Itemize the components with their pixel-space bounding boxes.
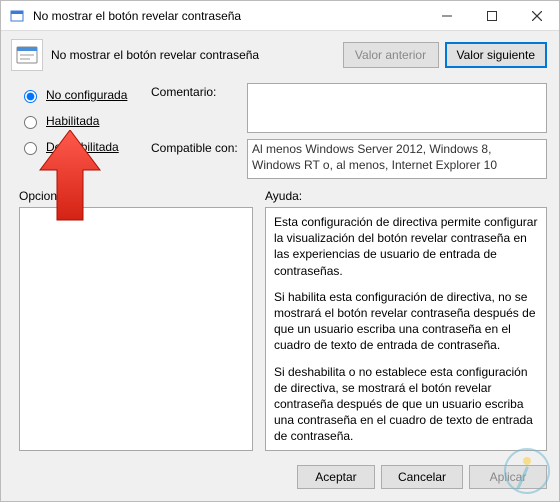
window-title: No mostrar el botón revelar contraseña [31,9,424,23]
minimize-button[interactable] [424,1,469,30]
app-icon [9,8,25,24]
bottom-section: Esta configuración de directiva permite … [1,205,559,457]
help-box[interactable]: Esta configuración de directiva permite … [265,207,547,451]
options-label: Opciones: [19,189,253,203]
next-setting-button[interactable]: Valor siguiente [445,42,548,68]
radio-enabled[interactable] [24,116,37,129]
ok-button[interactable]: Aceptar [297,465,375,489]
radio-disabled[interactable] [24,142,37,155]
close-button[interactable] [514,1,559,30]
policy-title: No mostrar el botón revelar contraseña [51,48,335,62]
options-box[interactable] [19,207,253,451]
radio-not-configured-label[interactable]: No configurada [46,88,127,102]
help-paragraph: Si deshabilita o no establece esta confi… [274,364,538,445]
policy-dialog: No mostrar el botón revelar contraseña N… [0,0,560,502]
help-label: Ayuda: [265,189,547,203]
window-controls [424,1,559,30]
radio-enabled-label[interactable]: Habilitada [46,114,99,128]
compat-label: Compatible con: [151,139,239,155]
top-section: No configurada Habilitada Deshabilitada … [1,79,559,187]
previous-setting-button[interactable]: Valor anterior [343,42,439,68]
comment-textarea[interactable] [247,83,547,133]
footer: Aceptar Cancelar Aplicar [1,457,559,501]
apply-button[interactable]: Aplicar [469,465,547,489]
radio-not-configured[interactable] [24,90,37,103]
compat-value[interactable]: Al menos Windows Server 2012, Windows 8,… [247,139,547,179]
state-radio-group: No configurada Habilitada Deshabilitada [19,83,139,179]
titlebar: No mostrar el botón revelar contraseña [1,1,559,31]
policy-icon [11,39,43,71]
header-row: No mostrar el botón revelar contraseña V… [1,31,559,79]
comment-label: Comentario: [151,83,239,99]
radio-disabled-label[interactable]: Deshabilitada [46,140,119,154]
section-labels: Opciones: Ayuda: [1,187,559,205]
help-paragraph: Esta configuración de directiva permite … [274,214,538,279]
cancel-button[interactable]: Cancelar [381,465,463,489]
maximize-button[interactable] [469,1,514,30]
help-paragraph: Si habilita esta configuración de direct… [274,289,538,354]
